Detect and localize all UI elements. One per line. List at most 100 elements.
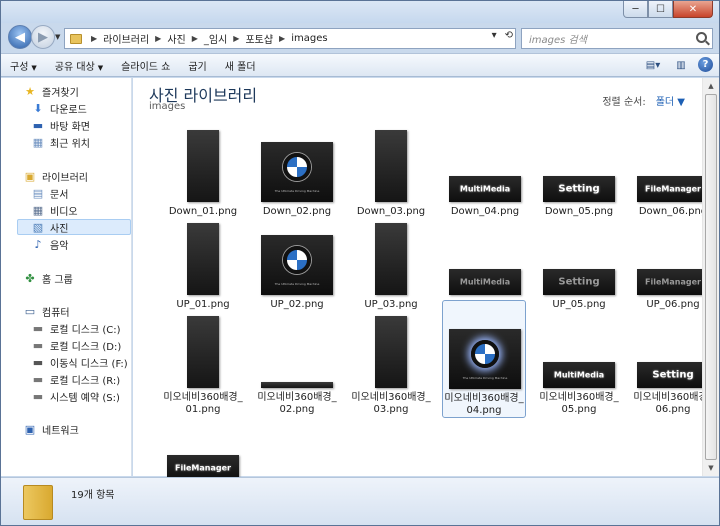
address-bar[interactable]: ▶ 라이브러리 ▶ 사진 ▶ _임시 ▶ 포토샵 ▶ images ▾ ⟲ (64, 28, 516, 49)
file-item[interactable]: MultiMedia 미오네비360배경_05.png (537, 316, 621, 416)
nav-recent-places[interactable]: ▦ 최근 위치 (31, 134, 90, 150)
file-item[interactable]: 미오네비360배경_02.png (255, 316, 339, 416)
vertical-scrollbar[interactable]: ▲ ▼ (702, 78, 719, 476)
minimize-button[interactable]: ─ (623, 1, 648, 18)
scroll-down-arrow[interactable]: ▼ (703, 460, 719, 476)
help-button[interactable]: ? (698, 57, 713, 72)
image-preview (187, 316, 219, 388)
file-thumbnail: The Ultimate Driving Machine (443, 317, 525, 393)
search-input[interactable]: images 검색 (521, 28, 713, 49)
thumbnail-label: MultiMedia (553, 370, 605, 380)
breadcrumb-library[interactable]: 라이브러리 (101, 31, 151, 46)
forward-button[interactable]: ▶ (31, 25, 55, 49)
file-item[interactable]: Setting UP_05.png (537, 223, 621, 311)
nav-computer[interactable]: ▭ 컴퓨터 (23, 303, 70, 319)
file-item[interactable]: MultiMedia Down_04.png (443, 130, 527, 218)
bmw-logo-icon (283, 153, 311, 182)
nav-drive-d[interactable]: ▬ 로컬 디스크 (D:) (31, 337, 121, 353)
file-item[interactable]: 미오네비360배경_01.png (161, 316, 245, 416)
image-preview: FileManager (637, 269, 709, 295)
file-item[interactable]: MultiMediaUP_04.png (443, 223, 527, 311)
drive-icon: ▬ (32, 372, 44, 386)
breadcrumb-images[interactable]: images (289, 33, 329, 44)
recent-pages-dropdown[interactable]: ▼ (55, 33, 60, 41)
breadcrumb-temp[interactable]: _임시 (202, 31, 229, 46)
nav-music[interactable]: ♪ 음악 (31, 236, 68, 252)
nav-drive-c[interactable]: ▬ 로컬 디스크 (C:) (31, 320, 121, 336)
arrange-by-dropdown[interactable]: 폴더 ▼ (656, 97, 685, 108)
nav-videos[interactable]: ▦ 비디오 (31, 202, 78, 218)
nav-desktop[interactable]: ▬ 바탕 화면 (31, 117, 90, 133)
file-item[interactable]: The Ultimate Driving Machine 미오네비360배경_04… (442, 300, 526, 418)
preview-pane-button[interactable]: ▥ (670, 57, 692, 73)
arrow-right-icon: ▶ (38, 29, 48, 45)
new-folder-label: 새 폴더 (224, 61, 256, 73)
arrange-label: 정렬 순서: (602, 97, 646, 108)
refresh-icon[interactable]: ⟲ (505, 30, 513, 41)
nav-homegroup[interactable]: ✤ 홈 그룹 (23, 270, 72, 286)
maximize-button[interactable]: ☐ (648, 1, 673, 18)
file-name: 미오네비360배경_05.png (539, 392, 619, 415)
details-pane: 19개 항목 (1, 477, 719, 525)
file-name: UP_02.png (270, 299, 324, 310)
nav-label: 이동식 디스크 (F:) (50, 358, 128, 370)
folder-icon (70, 33, 82, 44)
nav-libraries[interactable]: ▣ 라이브러리 (23, 168, 88, 184)
image-preview: The Ultimate Driving Machine (449, 329, 521, 389)
burn-button[interactable]: 굽기 (179, 58, 215, 73)
share-with-button[interactable]: 공유 대상 ▼ (46, 58, 112, 73)
file-name: UP_03.png (364, 299, 418, 310)
nav-pictures[interactable]: ▧ 사진 (17, 219, 131, 235)
chevron-right-icon[interactable]: ▶ (87, 34, 101, 43)
new-folder-button[interactable]: 새 폴더 (216, 58, 265, 73)
nav-drive-s[interactable]: ▬ 시스템 예약 (S:) (31, 388, 120, 404)
nav-network[interactable]: ▣ 네트워크 (23, 421, 79, 437)
arrange-value: 폴더 (655, 97, 675, 108)
address-dropdown-icon[interactable]: ▾ (492, 30, 497, 41)
chevron-right-icon[interactable]: ▶ (275, 34, 289, 43)
slideshow-button[interactable]: 슬라이드 쇼 (112, 58, 179, 73)
tagline-text: The Ultimate Driving Machine (274, 282, 320, 286)
file-view: 사진 라이브러리 images 정렬 순서: 폴더 ▼ Down_01.png Th… (133, 78, 719, 508)
nav-label: 네트워크 (42, 425, 79, 437)
file-item[interactable]: Down_01.png (161, 130, 245, 218)
chevron-right-icon[interactable]: ▶ (151, 34, 165, 43)
nav-favorites[interactable]: ★ 즐겨찾기 (23, 83, 79, 99)
file-item[interactable]: UP_01.png (161, 223, 245, 311)
file-item[interactable]: 미오네비360배경_03.png (349, 316, 433, 416)
file-item[interactable]: The Ultimate Driving Machine Down_02.png (255, 130, 339, 218)
file-item[interactable]: Setting Down_05.png (537, 130, 621, 218)
file-item[interactable]: The Ultimate Driving Machine UP_02.png (255, 223, 339, 311)
breadcrumb-photos[interactable]: 사진 (165, 31, 187, 46)
system-drive-icon: ▬ (32, 321, 44, 335)
breadcrumb-photoshop[interactable]: 포토샵 (243, 31, 275, 46)
file-item[interactable]: UP_03.png (349, 223, 433, 311)
back-button[interactable]: ◀ (8, 25, 32, 49)
nav-drive-r[interactable]: ▬ 로컬 디스크 (R:) (31, 371, 120, 387)
nav-label: 음악 (50, 240, 69, 252)
thumbnail-label: MultiMedia (459, 277, 511, 287)
scroll-up-arrow[interactable]: ▲ (703, 78, 719, 94)
chevron-right-icon[interactable]: ▶ (188, 34, 202, 43)
file-name: 미오네비360배경_04.png (444, 393, 524, 416)
nav-documents[interactable]: ▤ 문서 (31, 185, 69, 201)
chevron-down-icon: ▼ (97, 63, 104, 72)
tagline-text: The Ultimate Driving Machine (462, 376, 508, 380)
nav-label: 문서 (50, 189, 69, 201)
file-item[interactable]: Down_03.png (349, 130, 433, 218)
scroll-thumb[interactable] (705, 94, 717, 460)
homegroup-icon: ✤ (25, 271, 35, 285)
nav-label: 로컬 디스크 (R:) (50, 375, 121, 387)
close-button[interactable]: ✕ (673, 1, 713, 18)
nav-downloads[interactable]: ⬇ 다운로드 (31, 100, 86, 116)
nav-drive-f[interactable]: ▬ 이동식 디스크 (F:) (31, 354, 128, 370)
view-icon: ▤▾ (645, 59, 661, 71)
organize-button[interactable]: 구성 ▼ (1, 58, 46, 73)
view-options-button[interactable]: ▤▾ (642, 57, 664, 73)
file-thumbnail: MultiMedia (443, 223, 527, 299)
music-icon: ♪ (34, 237, 42, 251)
arrow-left-icon: ◀ (15, 29, 25, 45)
nav-label: 시스템 예약 (S:) (50, 392, 120, 404)
desktop-icon: ▬ (32, 118, 44, 132)
chevron-right-icon[interactable]: ▶ (229, 34, 243, 43)
